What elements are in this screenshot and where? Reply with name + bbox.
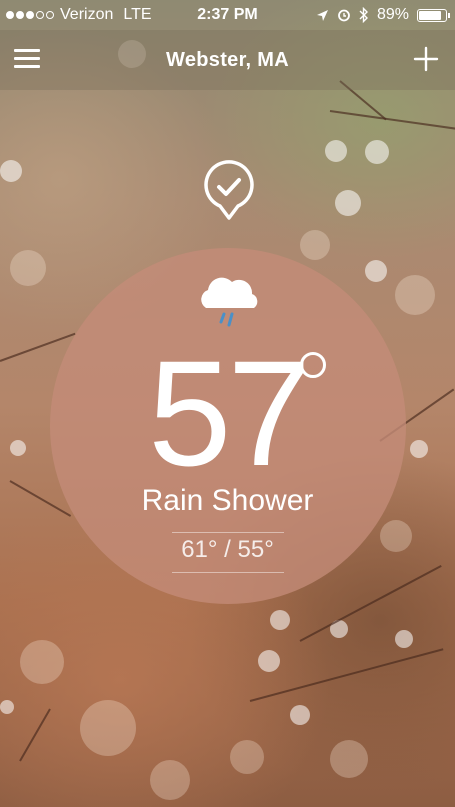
city-title[interactable]: Webster, MA xyxy=(0,30,455,90)
header-bar: Webster, MA xyxy=(0,30,455,90)
alarm-clock-icon xyxy=(338,9,350,22)
degree-symbol xyxy=(300,352,326,378)
rain-cloud-icon xyxy=(201,277,258,327)
high-low-temperature: 61° / 55° xyxy=(181,536,274,563)
divider-top xyxy=(172,532,284,533)
checkmark-pin-icon[interactable] xyxy=(202,160,256,220)
location-arrow-icon xyxy=(316,9,328,21)
battery-percentage: 89% xyxy=(376,6,409,23)
plus-icon[interactable] xyxy=(411,44,441,74)
battery-icon xyxy=(417,8,450,22)
divider-bottom xyxy=(172,572,284,573)
bluetooth-icon xyxy=(359,7,368,23)
status-bar: Verizon LTE 2:37 PM 89% xyxy=(0,0,455,30)
status-right: 89% xyxy=(316,0,450,30)
temperature-value: 57 xyxy=(148,329,311,497)
weather-condition: Rain Shower xyxy=(141,484,314,517)
